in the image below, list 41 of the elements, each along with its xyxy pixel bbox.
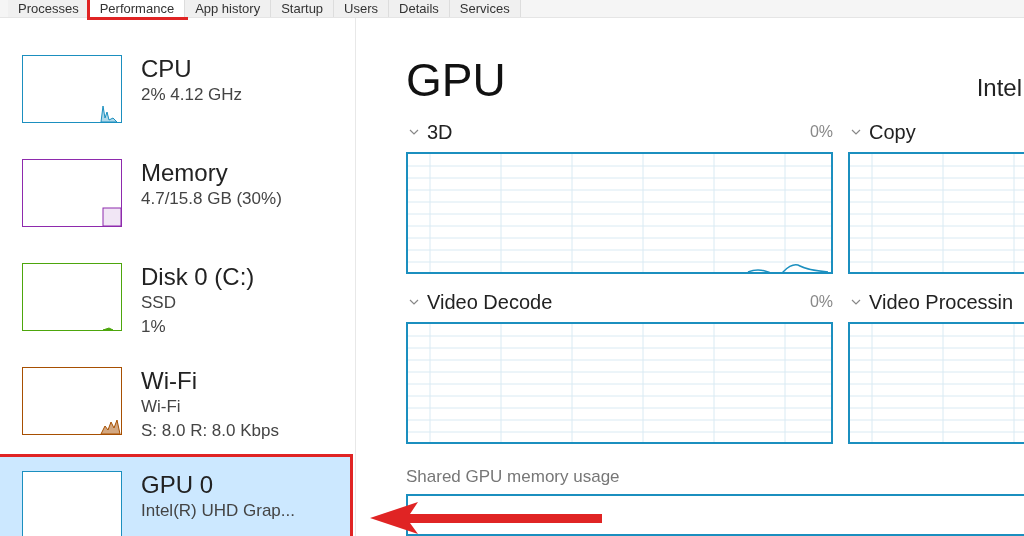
item-detail: 2% 4.12 GHz — [141, 84, 243, 106]
item-name: Wi-Fi — [141, 367, 198, 395]
section-label: Shared GPU memory usage — [406, 466, 621, 488]
item-name: Memory — [141, 159, 229, 187]
chevron-icon[interactable] — [409, 129, 419, 135]
sidebar-item[interactable]: Wi-Fi Wi-Fi S: 8.0 R: 8.0 Kbps — [0, 353, 350, 457]
usage-line — [102, 327, 114, 331]
tab[interactable]: Services — [449, 0, 521, 17]
item-detail: Intel(R) UHD Grap... — [141, 500, 295, 522]
sidebar-item[interactable]: Memory 4.7/15.8 GB (30%) — [0, 145, 350, 249]
sidebar-item[interactable]: GPU 0 Intel(R) UHD Grap... — [0, 457, 350, 536]
adapter-name: Intel — [976, 73, 1023, 103]
item-name: GPU 0 — [141, 471, 215, 499]
item-detail: 4.7/15.8 GB (30%) — [141, 188, 282, 210]
item-detail: S: 8.0 R: 8.0 Kbps — [141, 420, 279, 442]
tab[interactable]: Users — [334, 0, 390, 17]
tab[interactable]: Processes — [8, 0, 90, 17]
chevron-icon[interactable] — [851, 129, 861, 135]
sidebar-item[interactable]: Disk 0 (C:) SSD 1% — [0, 249, 350, 353]
usage-line — [100, 105, 118, 123]
graph-label: Copy — [869, 120, 916, 145]
usage-line — [100, 419, 121, 435]
item-name: Disk 0 (C:) — [141, 263, 255, 291]
sidebar-item[interactable]: CPU 2% 4.12 GHz — [0, 41, 350, 145]
tab[interactable]: Details — [389, 0, 450, 17]
item-detail: Wi-Fi — [141, 396, 182, 418]
item-detail: 1% — [141, 316, 167, 338]
chevron-icon[interactable] — [851, 299, 861, 305]
graph-value: 0% — [809, 292, 833, 312]
graph-label: Video Decode — [427, 290, 553, 315]
graph-label: 3D — [427, 120, 453, 145]
item-detail: SSD — [141, 292, 177, 314]
item-name: CPU — [141, 55, 193, 83]
graph-value: 0% — [809, 122, 833, 142]
usage-fill — [102, 207, 122, 227]
tab[interactable]: Startup — [271, 0, 335, 17]
tab[interactable]: App history — [185, 0, 272, 17]
tab[interactable]: Performance — [89, 0, 186, 17]
page-title: GPU — [406, 53, 506, 108]
graph-label: Video Processin — [869, 290, 1014, 315]
chevron-icon[interactable] — [409, 299, 419, 305]
